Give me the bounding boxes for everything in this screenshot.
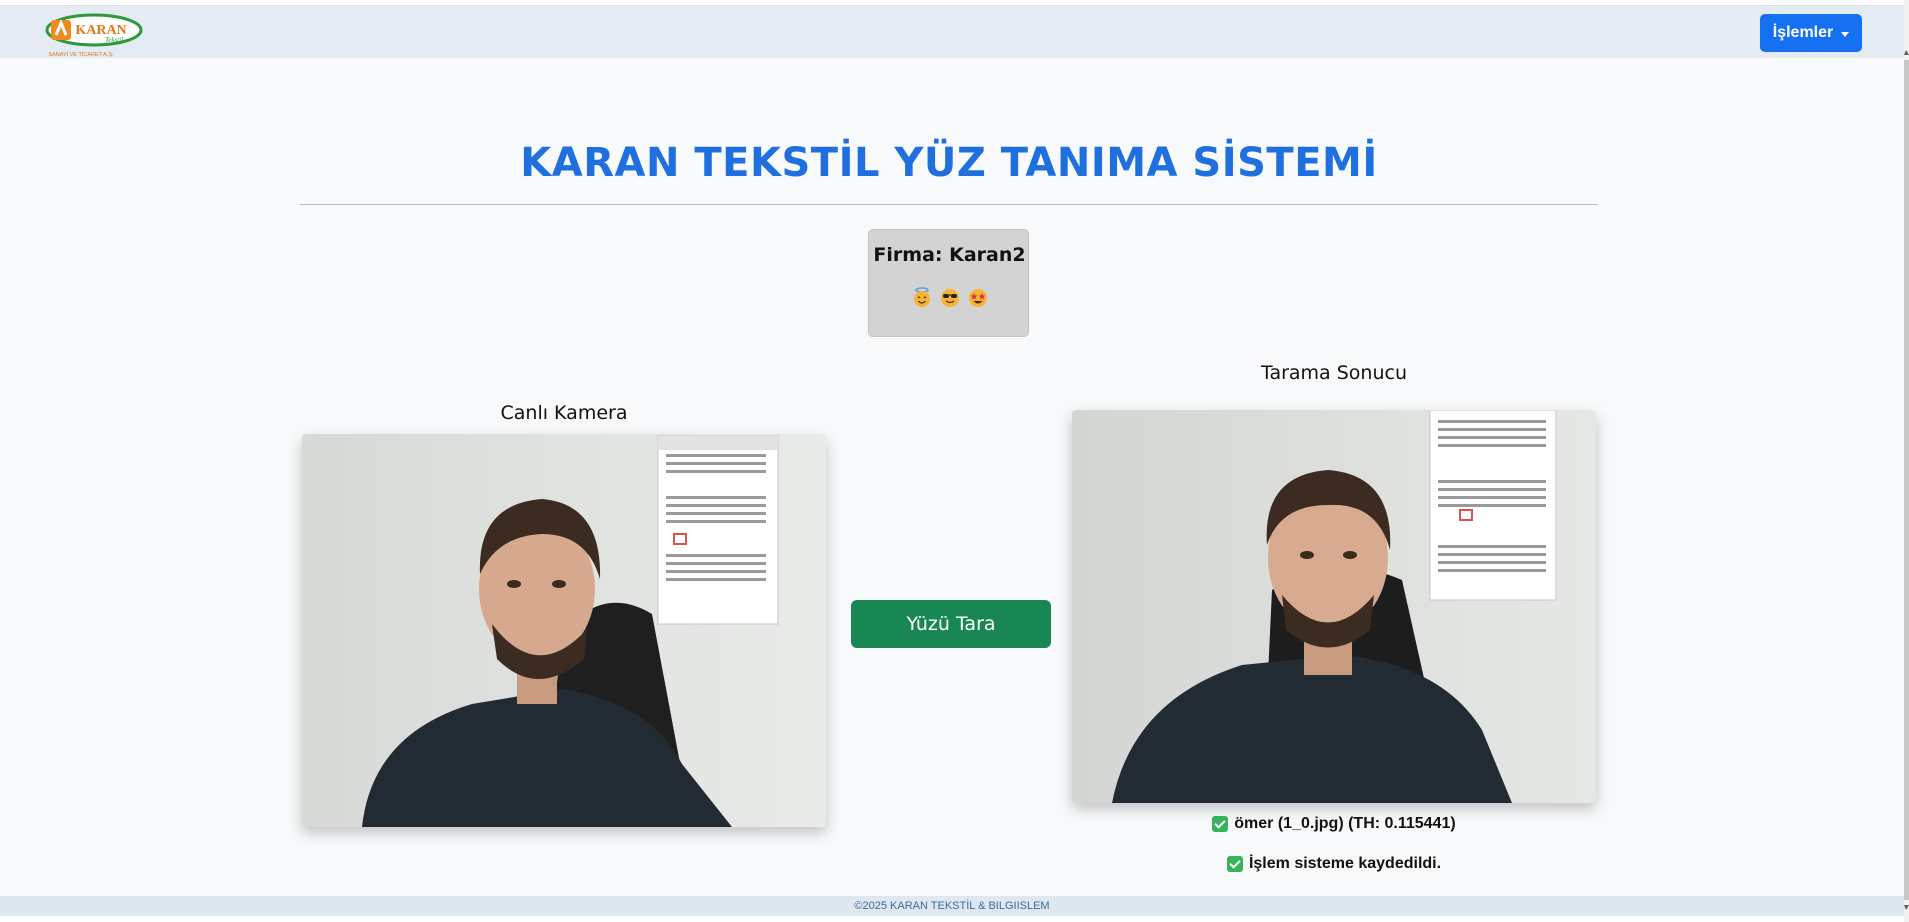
svg-text:Tekstil: Tekstil: [105, 36, 123, 44]
firma-label: Firma: Karan2: [873, 244, 1026, 266]
svg-text:SANAYİ VE TİCARET A.Ş.: SANAYİ VE TİCARET A.Ş.: [48, 51, 114, 58]
scan-face-button[interactable]: Yüzü Tara: [851, 600, 1051, 648]
check-icon: [1226, 856, 1243, 872]
sunglasses-face-icon: [940, 289, 959, 307]
scan-result-image: [1072, 410, 1596, 803]
angel-face-icon: [913, 287, 930, 307]
islemler-dropdown-button[interactable]: İşlemler: [1760, 14, 1862, 52]
result-saved-line: İşlem sisteme kaydedildi.: [1034, 855, 1634, 873]
check-icon: [1212, 816, 1229, 832]
navbar: KARAN Tekstil SANAYİ VE TİCARET A.Ş. İşl…: [0, 6, 1904, 58]
window-bottom-edge: [0, 916, 1904, 922]
page-title: KARAN TEKSTİL YÜZ TANIMA SİSTEMİ: [520, 140, 1378, 186]
scroll-down-arrow-icon[interactable]: [1904, 905, 1909, 910]
live-camera-feed: [302, 434, 826, 827]
footer: ©2025 KARAN TEKSTİL & BILGIISLEM: [0, 896, 1904, 916]
star-eyes-face-icon: [968, 289, 987, 307]
footer-text: ©2025 KARAN TEKSTİL & BILGIISLEM: [854, 900, 1050, 912]
scrollbar-thumb[interactable]: [1904, 60, 1909, 900]
emoji-row: [869, 286, 1030, 308]
karan-tekstil-logo[interactable]: KARAN Tekstil SANAYİ VE TİCARET A.Ş.: [44, 13, 144, 59]
result-match-line: ömer (1_0.jpg) (TH: 0.115441): [1034, 815, 1634, 833]
page: KARAN Tekstil SANAYİ VE TİCARET A.Ş. İşl…: [0, 0, 1904, 922]
result-saved-text: İşlem sisteme kaydedildi.: [1248, 855, 1442, 872]
firma-card: Firma: Karan2: [868, 229, 1029, 337]
title-divider: [300, 204, 1598, 205]
result-match-text: ömer (1_0.jpg) (TH: 0.115441): [1234, 815, 1456, 832]
islemler-label: İşlemler: [1772, 24, 1834, 41]
vertical-scrollbar[interactable]: [1904, 0, 1909, 922]
caret-down-icon: [1841, 31, 1850, 37]
scroll-up-arrow-icon[interactable]: [1904, 50, 1909, 55]
scan-result-heading: Tarama Sonucu: [1260, 362, 1407, 384]
live-camera-heading: Canlı Kamera: [500, 402, 628, 424]
